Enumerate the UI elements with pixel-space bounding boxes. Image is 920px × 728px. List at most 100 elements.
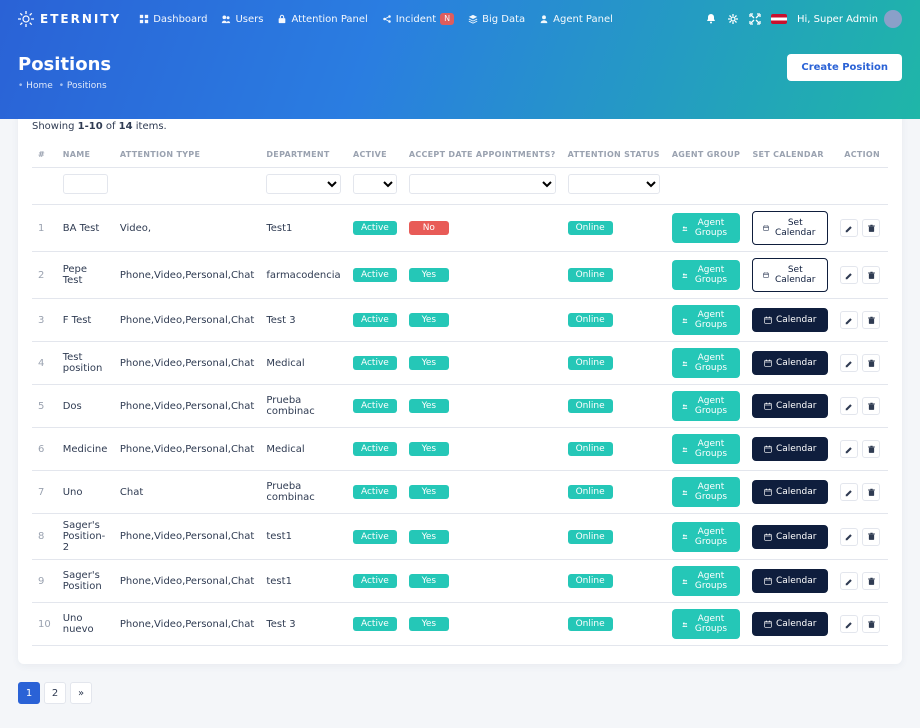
calendar-button[interactable]: Calendar (752, 437, 828, 461)
edit-button[interactable] (840, 397, 858, 415)
status-badge: Online (568, 356, 613, 370)
nav-attention-panel[interactable]: Attention Panel (277, 14, 367, 25)
edit-button[interactable] (840, 483, 858, 501)
cell-attention: Phone,Video,Personal,Chat (114, 603, 260, 646)
col-name[interactable]: NAME (57, 142, 114, 168)
delete-button[interactable] (862, 483, 880, 501)
table-row: 1BA TestVideo,Test1ActiveNoOnlineAgent G… (32, 205, 888, 252)
status-badge: Online (568, 313, 613, 327)
nav-agent-panel[interactable]: Agent Panel (539, 14, 613, 25)
col-attention[interactable]: ATTENTION TYPE (114, 142, 260, 168)
trash-icon (867, 445, 876, 454)
edit-button[interactable] (840, 266, 858, 284)
delete-button[interactable] (862, 615, 880, 633)
cell-department: Prueba combinac (260, 471, 347, 514)
cell-name: F Test (57, 299, 114, 342)
active-badge: Active (353, 399, 397, 413)
table-row: 7UnoChatPrueba combinacActiveYesOnlineAg… (32, 471, 888, 514)
pagination: 12» (18, 682, 902, 704)
calendar-icon (764, 402, 772, 410)
filter-department-select[interactable] (266, 174, 341, 194)
col-accept[interactable]: ACCEPT DATE APPOINTMENTS? (403, 142, 562, 168)
nav-incident[interactable]: IncidentN (382, 13, 454, 25)
delete-button[interactable] (862, 311, 880, 329)
filter-accept-select[interactable] (409, 174, 556, 194)
cell-attention: Phone,Video,Personal,Chat (114, 342, 260, 385)
filter-status-select[interactable] (568, 174, 660, 194)
agent-groups-button[interactable]: Agent Groups (672, 522, 741, 552)
agent-groups-button[interactable]: Agent Groups (672, 434, 741, 464)
calendar-button[interactable]: Calendar (752, 394, 828, 418)
calendar-button[interactable]: Calendar (752, 569, 828, 593)
set-calendar-button[interactable]: Set Calendar (752, 258, 828, 292)
settings-icon[interactable] (727, 13, 739, 25)
nav-users[interactable]: Users (221, 14, 263, 25)
nav-dashboard[interactable]: Dashboard (139, 14, 207, 25)
crumb-home[interactable]: Home (18, 81, 53, 91)
brand-icon (18, 11, 34, 27)
col-department[interactable]: DEPARTMENT (260, 142, 347, 168)
calendar-button[interactable]: Calendar (752, 480, 828, 504)
col-index[interactable]: # (32, 142, 57, 168)
nav-right: Hi, Super Admin (705, 10, 902, 28)
calendar-icon (764, 359, 772, 367)
calendar-button[interactable]: Calendar (752, 351, 828, 375)
edit-button[interactable] (840, 354, 858, 372)
delete-button[interactable] (862, 219, 880, 237)
edit-button[interactable] (840, 615, 858, 633)
delete-button[interactable] (862, 528, 880, 546)
delete-button[interactable] (862, 266, 880, 284)
edit-button[interactable] (840, 311, 858, 329)
cell-attention: Phone,Video,Personal,Chat (114, 385, 260, 428)
col-set-calendar[interactable]: SET CALENDAR (746, 142, 834, 168)
set-calendar-button[interactable]: Set Calendar (752, 211, 828, 245)
grid-icon (139, 14, 149, 24)
edit-button[interactable] (840, 572, 858, 590)
accept-badge: Yes (409, 313, 449, 327)
calendar-button[interactable]: Calendar (752, 612, 828, 636)
language-flag[interactable] (771, 14, 787, 24)
delete-button[interactable] (862, 572, 880, 590)
calendar-button[interactable]: Calendar (752, 525, 828, 549)
breadcrumb: Home Positions (18, 81, 111, 91)
calendar-button[interactable]: Calendar (752, 308, 828, 332)
page-2[interactable]: 2 (44, 682, 66, 704)
filter-active-select[interactable] (353, 174, 397, 194)
col-status[interactable]: ATTENTION STATUS (562, 142, 666, 168)
delete-button[interactable] (862, 440, 880, 458)
agent-groups-button[interactable]: Agent Groups (672, 391, 741, 421)
edit-button[interactable] (840, 440, 858, 458)
delete-button[interactable] (862, 354, 880, 372)
edit-button[interactable] (840, 528, 858, 546)
edit-button[interactable] (840, 219, 858, 237)
cell-name: Sager's Position-2 (57, 514, 114, 560)
users-icon (221, 14, 231, 24)
user-menu[interactable]: Hi, Super Admin (797, 10, 902, 28)
trash-icon (867, 271, 876, 280)
fullscreen-icon[interactable] (749, 13, 761, 25)
agent-groups-button[interactable]: Agent Groups (672, 305, 741, 335)
agent-groups-button[interactable]: Agent Groups (672, 260, 741, 290)
notifications-icon[interactable] (705, 13, 717, 25)
agent-groups-button[interactable]: Agent Groups (672, 348, 741, 378)
pencil-icon (845, 316, 854, 325)
calendar-icon (764, 316, 772, 324)
agent-groups-button[interactable]: Agent Groups (672, 213, 741, 243)
create-position-button[interactable]: Create Position (787, 54, 902, 81)
agent-groups-button[interactable]: Agent Groups (672, 566, 741, 596)
status-badge: Online (568, 530, 613, 544)
page-next[interactable]: » (70, 682, 92, 704)
status-badge: Online (568, 268, 613, 282)
nav-big-data[interactable]: Big Data (468, 14, 525, 25)
active-badge: Active (353, 617, 397, 631)
col-active[interactable]: ACTIVE (347, 142, 403, 168)
filter-name-input[interactable] (63, 174, 108, 194)
col-agent-group[interactable]: AGENT GROUP (666, 142, 747, 168)
active-badge: Active (353, 356, 397, 370)
positions-card: Showing 1-10 of 14 items. # NAME ATTENTI… (18, 109, 902, 664)
delete-button[interactable] (862, 397, 880, 415)
brand[interactable]: ETERNITY (18, 11, 121, 27)
page-1[interactable]: 1 (18, 682, 40, 704)
agent-groups-button[interactable]: Agent Groups (672, 609, 741, 639)
pencil-icon (845, 402, 854, 411)
